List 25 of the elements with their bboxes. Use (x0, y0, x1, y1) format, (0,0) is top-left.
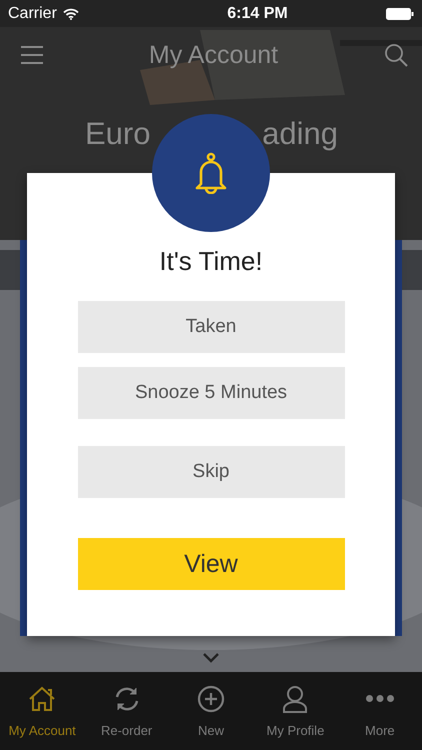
dialog-title: It's Time! (159, 246, 263, 277)
view-button[interactable]: View (78, 538, 344, 590)
action-button[interactable]: Skip (78, 446, 344, 498)
home-icon (28, 685, 56, 713)
action-button[interactable]: Snooze 5 Minutes (78, 367, 344, 419)
battery-icon (386, 8, 414, 20)
tab[interactable]: Re-order (84, 672, 169, 750)
add-icon (197, 685, 226, 713)
tab[interactable]: My Account (0, 672, 84, 750)
page-title: My Account (148, 40, 280, 70)
tab[interactable]: My Profile (253, 672, 338, 750)
person-icon (281, 685, 310, 713)
chevron-down-icon[interactable] (203, 653, 219, 663)
search-icon[interactable] (384, 43, 408, 67)
more-icon (366, 695, 394, 702)
hero-heading: ading (262, 116, 338, 152)
action-button[interactable]: Taken (78, 301, 344, 353)
hero-heading: Euro (85, 116, 150, 152)
bell-icon (193, 152, 229, 194)
wifi-icon (62, 8, 79, 20)
menu-icon[interactable] (21, 46, 43, 64)
carrier-label: Carrier (8, 4, 57, 22)
status-time: 6:14 PM (227, 4, 288, 22)
tab[interactable]: New (168, 672, 254, 750)
tab[interactable]: More (338, 672, 422, 750)
